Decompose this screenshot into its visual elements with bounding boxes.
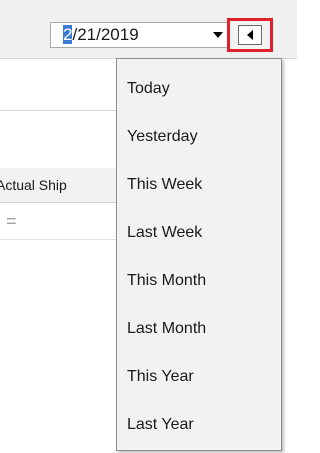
date-range-dropdown: Today Yesterday This Week Last Week This… — [116, 58, 282, 451]
grid-background-band — [0, 110, 118, 170]
toolbar: 2/21/2019 — [0, 0, 297, 59]
menu-item-last-month[interactable]: Last Month — [117, 305, 281, 353]
menu-item-yesterday[interactable]: Yesterday — [117, 113, 281, 161]
filter-row[interactable]: = — [0, 203, 118, 240]
arrow-left-icon — [247, 30, 253, 40]
menu-item-last-year[interactable]: Last Year — [117, 401, 281, 449]
menu-item-today[interactable]: Today — [117, 65, 281, 113]
menu-item-last-week[interactable]: Last Week — [117, 209, 281, 257]
column-header-actual-ship[interactable]: Actual Ship — [0, 168, 119, 203]
menu-item-this-year[interactable]: This Year — [117, 353, 281, 401]
menu-item-this-week[interactable]: This Week — [117, 161, 281, 209]
menu-item-this-month[interactable]: This Month — [117, 257, 281, 305]
date-picker-left-button[interactable] — [227, 18, 273, 52]
column-header-label: Actual Ship — [0, 177, 67, 193]
filter-equals-icon: = — [6, 211, 17, 231]
date-text: 2/21/2019 — [63, 23, 139, 47]
left-button-face[interactable] — [238, 25, 262, 45]
chevron-down-icon[interactable] — [213, 32, 223, 38]
date-remainder: /21/2019 — [72, 25, 139, 44]
date-input[interactable]: 2/21/2019 — [50, 22, 230, 48]
